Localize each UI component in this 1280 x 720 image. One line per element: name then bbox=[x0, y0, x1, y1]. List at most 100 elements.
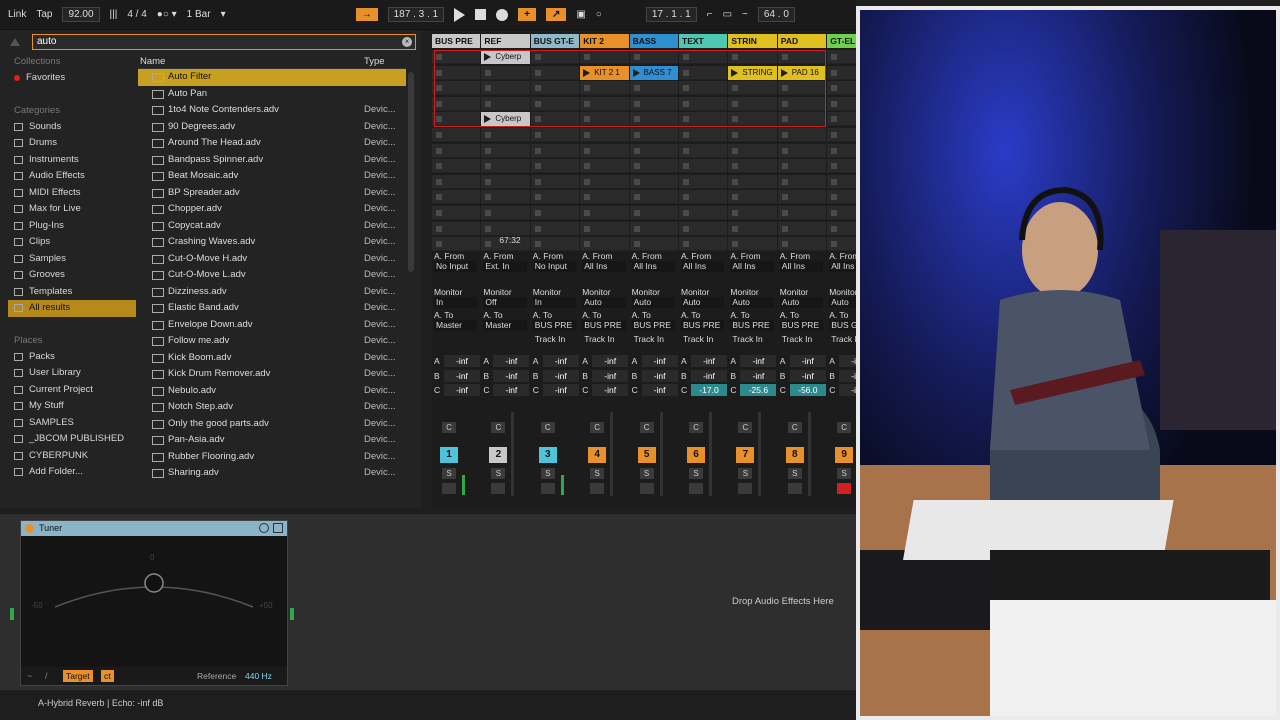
play-icon[interactable] bbox=[454, 7, 466, 22]
clip-slot[interactable] bbox=[530, 190, 580, 205]
sidebar-item-category[interactable]: MIDI Effects bbox=[8, 185, 136, 202]
file-row[interactable]: Auto Filter bbox=[138, 69, 406, 86]
pan-knob[interactable]: C bbox=[590, 422, 605, 433]
clip-slot[interactable] bbox=[728, 221, 777, 236]
output-type-dropdown[interactable]: BUS PRE bbox=[532, 320, 577, 331]
metronome-icon[interactable]: ||| bbox=[110, 9, 118, 20]
clip-slot[interactable] bbox=[432, 237, 481, 252]
clip-slot[interactable] bbox=[679, 237, 728, 252]
arm-button[interactable] bbox=[837, 483, 852, 494]
clip-slot[interactable] bbox=[629, 159, 678, 174]
file-row[interactable]: Sharing.adv Devic... bbox=[138, 465, 406, 482]
clip-slot[interactable] bbox=[530, 159, 580, 174]
file-row[interactable]: Copycat.adv Devic... bbox=[138, 218, 406, 235]
loop-icon[interactable]: ⌐ bbox=[707, 9, 713, 20]
sidebar-item-category[interactable]: Plug-Ins bbox=[8, 218, 136, 235]
input-type-dropdown[interactable]: No Input bbox=[434, 261, 478, 272]
input-type-dropdown[interactable]: No Input bbox=[532, 261, 577, 272]
clip-slot[interactable] bbox=[629, 128, 678, 142]
tuner-settings-icon[interactable] bbox=[259, 523, 269, 533]
file-row[interactable]: Kick Boom.adv Devic... bbox=[138, 350, 406, 367]
clip-slot[interactable] bbox=[629, 190, 678, 205]
file-row[interactable]: Nebulo.adv Devic... bbox=[138, 383, 406, 400]
pan-knob[interactable]: C bbox=[738, 422, 753, 433]
sidebar-item-category[interactable]: Audio Effects bbox=[8, 168, 136, 185]
clip-slot[interactable] bbox=[432, 159, 481, 174]
output-type-dropdown[interactable]: BUS PRE bbox=[730, 320, 774, 331]
file-list-scrollbar[interactable] bbox=[408, 72, 414, 272]
clip-slot[interactable] bbox=[530, 143, 580, 158]
loop-start-field[interactable]: 17 . 1 . 1 bbox=[645, 7, 697, 22]
follow-button[interactable]: → bbox=[355, 8, 378, 21]
sidebar-item-category[interactable]: Grooves bbox=[8, 267, 136, 284]
output-type-dropdown[interactable]: BUS PRE bbox=[631, 320, 675, 331]
tuner-save-icon[interactable] bbox=[273, 523, 283, 533]
send-b-value[interactable]: -inf bbox=[592, 369, 629, 382]
clip-slot[interactable] bbox=[777, 206, 827, 220]
monitor-dropdown[interactable]: In bbox=[532, 297, 577, 308]
clip-slot[interactable] bbox=[580, 128, 629, 142]
automation-arm-button[interactable]: ↗ bbox=[545, 8, 567, 21]
output-type-dropdown[interactable]: BUS GT bbox=[829, 320, 856, 331]
input-type-dropdown[interactable]: All Ins bbox=[631, 261, 675, 272]
send-a-value[interactable]: -inf bbox=[444, 355, 480, 367]
sidebar-item-place[interactable]: Packs bbox=[8, 349, 136, 366]
clip-slot[interactable] bbox=[679, 221, 728, 236]
quantize-chevron-icon[interactable]: ▾ bbox=[221, 9, 226, 20]
clip-slot[interactable] bbox=[728, 174, 777, 189]
clip-slot[interactable] bbox=[827, 206, 856, 220]
input-type-dropdown[interactable]: Ext. In bbox=[483, 261, 527, 272]
track-activator-button[interactable]: 3 bbox=[538, 447, 557, 463]
file-row[interactable]: BP Spreader.adv Devic... bbox=[138, 185, 406, 202]
solo-button[interactable]: S bbox=[787, 468, 802, 479]
clip-slot[interactable] bbox=[827, 143, 856, 158]
file-row[interactable]: Kick Drum Remover.adv Devic... bbox=[138, 366, 406, 383]
clip-slot[interactable] bbox=[432, 128, 481, 142]
output-type-dropdown[interactable]: BUS PRE bbox=[582, 320, 626, 331]
arm-button[interactable] bbox=[738, 483, 753, 494]
tempo-field[interactable]: 92.00 bbox=[62, 7, 100, 22]
track-header[interactable]: BUS GT-E bbox=[530, 34, 580, 48]
input-type-dropdown[interactable]: All Ins bbox=[779, 261, 824, 272]
sidebar-item-place[interactable]: CYBERPUNK bbox=[8, 448, 136, 465]
solo-button[interactable]: S bbox=[590, 468, 605, 479]
monitor-dropdown[interactable]: Auto bbox=[779, 297, 824, 308]
send-a-value[interactable]: -inf bbox=[789, 355, 826, 367]
clip-slot[interactable] bbox=[432, 174, 481, 189]
clip-slot[interactable] bbox=[728, 206, 777, 220]
file-row[interactable]: Beat Mosaic.adv Devic... bbox=[138, 168, 406, 185]
clip-slot[interactable] bbox=[629, 237, 678, 252]
file-row[interactable]: Rubber Flooring.adv Devic... bbox=[138, 449, 406, 466]
file-row[interactable]: 1to4 Note Contenders.adv Devic... bbox=[138, 102, 406, 119]
track-activator-button[interactable]: 4 bbox=[588, 447, 607, 463]
clip-slot[interactable] bbox=[432, 143, 481, 158]
clip-slot[interactable] bbox=[481, 221, 530, 236]
input-type-dropdown[interactable]: All Ins bbox=[730, 261, 774, 272]
clip-slot[interactable] bbox=[728, 190, 777, 205]
clip-slot[interactable] bbox=[679, 128, 728, 142]
pan-knob[interactable]: C bbox=[540, 422, 555, 433]
sidebar-item-category[interactable]: Clips bbox=[8, 234, 136, 251]
file-row[interactable]: Bandpass Spinner.adv Devic... bbox=[138, 152, 406, 169]
clip-slot[interactable] bbox=[530, 221, 580, 236]
pan-knob[interactable]: C bbox=[787, 422, 802, 433]
solo-button[interactable]: S bbox=[639, 468, 654, 479]
sidebar-item-category[interactable]: All results bbox=[8, 300, 136, 317]
send-c-value[interactable]: -56.0 bbox=[789, 384, 826, 396]
solo-button[interactable]: S bbox=[442, 468, 456, 479]
track-activator-button[interactable]: 1 bbox=[440, 447, 458, 463]
send-a-value[interactable]: -inf bbox=[691, 355, 727, 367]
monitor-dropdown[interactable]: Off bbox=[483, 297, 527, 308]
send-c-value[interactable]: -inf bbox=[839, 384, 856, 396]
quantize-dropdown[interactable]: 1 Bar bbox=[187, 9, 211, 20]
column-type-header[interactable]: Type bbox=[364, 54, 385, 69]
clip-slot[interactable] bbox=[827, 174, 856, 189]
monitor-dropdown[interactable]: Auto bbox=[582, 297, 626, 308]
send-a-value[interactable]: -inf bbox=[641, 355, 678, 367]
punch-icon[interactable]: ▭ bbox=[723, 9, 732, 20]
track-activator-button[interactable]: 5 bbox=[637, 447, 656, 463]
time-signature-field[interactable]: 4 / 4 bbox=[127, 9, 146, 20]
output-type-dropdown[interactable]: BUS PRE bbox=[779, 320, 824, 331]
sidebar-item-category[interactable]: Sounds bbox=[8, 119, 136, 136]
sidebar-item-category[interactable]: Samples bbox=[8, 251, 136, 268]
